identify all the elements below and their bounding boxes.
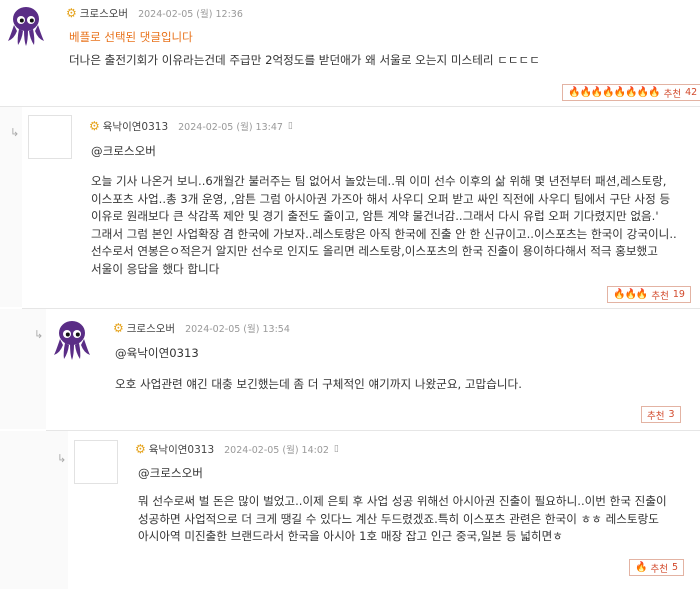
reply-arrow-icon: ↳ xyxy=(57,452,67,465)
avatar[interactable] xyxy=(74,440,118,484)
mention[interactable]: @육낙이연0313 xyxy=(115,345,199,361)
recommend-button[interactable]: 🔥🔥🔥 추천 19 xyxy=(607,286,691,303)
best-comment-label: 베플로 선택된 댓글입니다 xyxy=(69,30,193,44)
timestamp: 2024-02-05 (월) 14:02 xyxy=(224,445,329,456)
mention[interactable]: @크로스오버 xyxy=(138,465,203,481)
comment-4: ⚙ 육낙이연0313 2024-02-05 (월) 14:02 ▯ @크로스오버… xyxy=(68,431,700,589)
reply-arrow-icon: ↳ xyxy=(10,126,20,139)
comment-meta: ⚙ 육낙이연0313 2024-02-05 (월) 14:02 ▯ xyxy=(135,441,339,457)
comment-text: 오늘 기사 나온거 보니..6개월간 불러주는 팀 없어서 놀았는데..뭐 이미… xyxy=(91,174,677,276)
recommend-count: 42 xyxy=(685,87,698,98)
comment-text: 더나은 출전기회가 이유라는건데 주급만 2억정도를 받던애가 왜 서울로 오는… xyxy=(69,53,540,67)
recommend-button[interactable]: 추천 3 xyxy=(641,406,681,423)
fire-icon: 🔥🔥🔥 xyxy=(613,289,648,300)
mention[interactable]: @크로스오버 xyxy=(91,143,156,159)
recommend-button[interactable]: 🔥 추천 5 xyxy=(629,559,684,576)
gear-icon: ⚙ xyxy=(66,6,77,20)
nickname[interactable]: 육낙이연0313 xyxy=(103,119,168,134)
reply-indent-band xyxy=(0,309,46,429)
gear-icon: ⚙ xyxy=(89,119,100,133)
mobile-icon: ▯ xyxy=(287,121,293,131)
gear-icon: ⚙ xyxy=(113,321,124,335)
recommend-label: 추천 xyxy=(647,410,665,422)
nickname[interactable]: 크로스오버 xyxy=(80,6,128,21)
comment-text: 뭐 선수로써 벌 돈은 많이 벌었고..이제 은퇴 후 사업 성공 위해선 아시… xyxy=(138,494,667,543)
recommend-label: 추천 xyxy=(651,290,669,302)
avatar[interactable] xyxy=(28,115,72,159)
fire-icon: 🔥 xyxy=(635,562,647,573)
recommend-label: 추천 xyxy=(650,563,668,575)
reply-arrow-icon: ↳ xyxy=(34,328,44,341)
comment-meta: ⚙ 육낙이연0313 2024-02-05 (월) 13:47 ▯ xyxy=(89,118,293,134)
nickname[interactable]: 크로스오버 xyxy=(127,321,175,336)
recommend-button[interactable]: 🔥🔥🔥🔥🔥🔥🔥🔥 추천 42 xyxy=(562,84,700,101)
recommend-count: 19 xyxy=(672,289,685,300)
timestamp: 2024-02-05 (월) 12:36 xyxy=(138,9,243,20)
recommend-label: 추천 xyxy=(663,88,682,100)
fire-icon: 🔥🔥🔥🔥🔥🔥🔥🔥 xyxy=(568,87,661,98)
gear-icon: ⚙ xyxy=(135,442,146,456)
squid-avatar-icon[interactable] xyxy=(50,317,94,361)
comment-3: ⚙ 크로스오버 2024-02-05 (월) 13:54 @육낙이연0313 오… xyxy=(46,309,700,429)
recommend-count: 5 xyxy=(671,562,678,573)
timestamp: 2024-02-05 (월) 13:47 xyxy=(178,122,283,133)
nickname[interactable]: 육낙이연0313 xyxy=(149,442,214,457)
comment-1: ⚙ 크로스오버 2024-02-05 (월) 12:36 베플로 선택된 댓글입… xyxy=(0,0,700,105)
comment-text: 오호 사업관련 얘긴 대충 보긴했는데 좀 더 구체적인 얘기까지 나왔군요, … xyxy=(115,377,522,391)
squid-avatar-icon[interactable] xyxy=(4,3,48,47)
timestamp: 2024-02-05 (월) 13:54 xyxy=(185,324,290,335)
comment-meta: ⚙ 크로스오버 2024-02-05 (월) 12:36 xyxy=(66,5,243,21)
comment-meta: ⚙ 크로스오버 2024-02-05 (월) 13:54 xyxy=(113,320,290,336)
recommend-count: 3 xyxy=(668,409,675,420)
mobile-icon: ▯ xyxy=(333,444,339,454)
comment-2: ⚙ 육낙이연0313 2024-02-05 (월) 13:47 ▯ @크로스오버… xyxy=(22,107,700,307)
